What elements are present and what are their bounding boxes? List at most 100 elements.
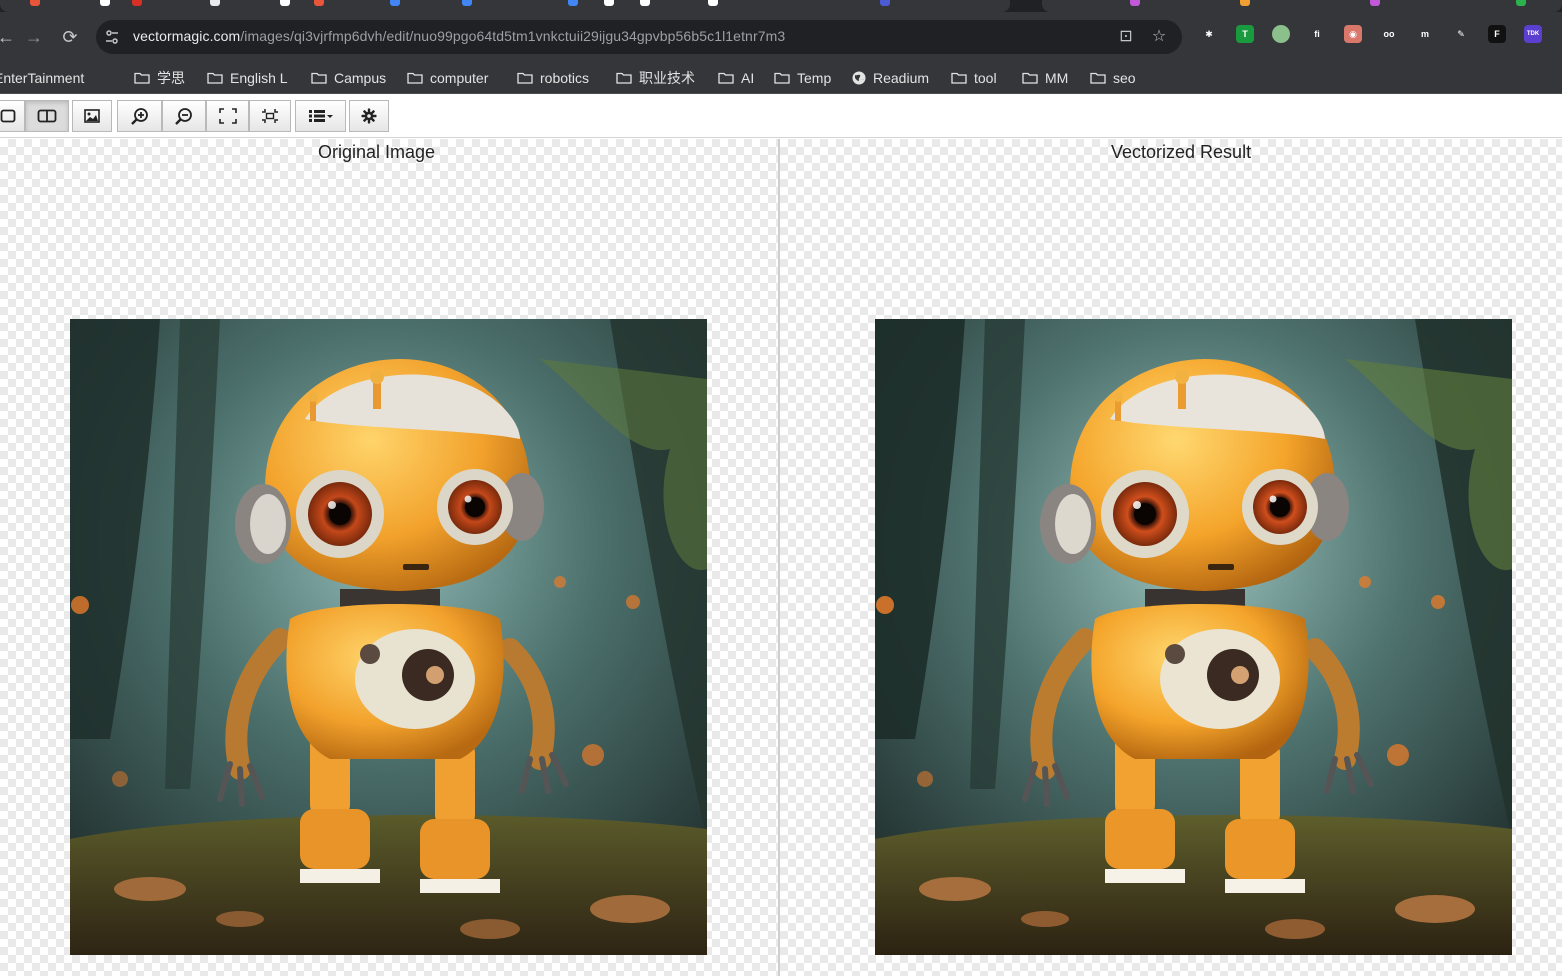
tab-favicon[interactable] [280, 0, 290, 6]
bookmark-item[interactable]: Readium [852, 66, 929, 90]
folder-icon [951, 72, 967, 84]
folder-icon [616, 72, 632, 84]
bookmark-star-icon[interactable]: ☆ [1149, 27, 1169, 47]
zoom-in-icon [130, 108, 148, 125]
url-host: vectormagic.com [133, 28, 241, 44]
bookmark-item[interactable]: Temp [774, 66, 831, 90]
address-bar[interactable]: vectormagic.com/images/qi3vjrfmp6dvh/edi… [96, 20, 1182, 54]
url-path: /images/qi3vjrfmp6dvh/edit/nuo99pgo64td5… [240, 28, 786, 44]
pen-extension-icon[interactable]: ✎ [1452, 25, 1470, 43]
zoom-in-button[interactable] [117, 100, 162, 132]
bookmark-item[interactable]: English L [207, 66, 288, 90]
reload-icon[interactable]: ⟳ [58, 25, 82, 49]
image-button[interactable] [72, 100, 112, 132]
f-extension-icon[interactable]: F [1488, 25, 1506, 43]
tab-favicon[interactable] [132, 0, 142, 6]
folder-icon [134, 72, 150, 84]
bookmark-label: Readium [873, 70, 930, 86]
robot-illustration-original [70, 319, 707, 955]
single-view-button[interactable] [0, 100, 25, 132]
tab-favicon[interactable] [640, 0, 650, 6]
url-text[interactable]: vectormagic.com/images/qi3vjrfmp6dvh/edi… [133, 28, 785, 44]
list-dropdown-button[interactable] [295, 100, 346, 132]
shield-t-extension-icon[interactable]: T [1236, 25, 1254, 43]
original-image[interactable] [70, 319, 707, 955]
bookmarks-bar: EnterTainment 学思 English L Campus computer ro… [0, 62, 1562, 94]
tab-favicon[interactable] [314, 0, 324, 6]
robot-illustration-vectorized [875, 319, 1512, 955]
bookmark-item[interactable]: tool [951, 66, 997, 90]
glasses-extension-icon[interactable]: ◉ [1344, 25, 1362, 43]
tab-favicon[interactable] [1240, 0, 1250, 6]
zoom-out-icon [175, 108, 192, 125]
actual-size-icon [262, 109, 278, 123]
folder-icon [311, 72, 327, 84]
tab-favicon[interactable] [604, 0, 614, 6]
oo-extension-icon[interactable]: oo [1380, 25, 1398, 43]
gear-icon [361, 108, 377, 124]
settings-button[interactable] [349, 100, 389, 132]
circle-extension-icon[interactable] [1272, 25, 1290, 43]
bookmark-label: AI [741, 70, 755, 86]
folder-icon [207, 72, 223, 84]
bookmark-label: EnterTainment [0, 70, 85, 86]
tab-favicon[interactable] [390, 0, 400, 6]
bookmark-label: computer [430, 70, 489, 86]
bookmark-item[interactable]: Campus [311, 66, 386, 90]
tab-favicon[interactable] [568, 0, 578, 6]
bookmark-label: tool [974, 70, 997, 86]
tab-favicon[interactable] [1370, 0, 1380, 6]
bookmark-item[interactable]: EnterTainment [0, 66, 84, 90]
bookmark-label: English L [230, 70, 288, 86]
install-app-icon[interactable]: ⊡ [1116, 27, 1136, 47]
reader-extension-icon[interactable]: m [1416, 25, 1434, 43]
tab-favicon[interactable] [100, 0, 110, 6]
site-settings-icon[interactable] [104, 29, 120, 45]
bookmark-label: robotics [540, 70, 590, 86]
viewer-toolbar [0, 95, 1562, 138]
tab-group-area[interactable] [0, 0, 1010, 12]
bookmark-label: MM [1045, 70, 1069, 86]
original-image-pane[interactable]: Original Image [0, 139, 778, 976]
tab-favicon[interactable] [708, 0, 718, 6]
bookmark-item[interactable]: MM [1022, 66, 1068, 90]
vectorized-result-pane[interactable]: Vectorized Result [780, 139, 1562, 976]
list-icon [308, 110, 333, 122]
fi-extension-icon[interactable]: fi [1308, 25, 1326, 43]
bookmark-item[interactable]: 学思 [134, 66, 185, 90]
forward-arrow-icon[interactable]: → [22, 25, 46, 49]
bookmark-label: 职业技术 [639, 70, 695, 86]
original-image-title: Original Image [318, 142, 436, 162]
tdk-extension-icon[interactable]: TDK [1524, 25, 1542, 43]
bookmark-item[interactable]: robotics [517, 66, 589, 90]
split-view-button[interactable] [25, 100, 69, 132]
tab-favicon[interactable] [880, 0, 890, 6]
globe-icon [852, 71, 866, 85]
zoom-out-button[interactable] [162, 100, 206, 132]
single-view-icon [0, 109, 15, 123]
bookmark-item[interactable]: 职业技术 [616, 66, 695, 90]
tab-favicon[interactable] [210, 0, 220, 6]
tab-group-area-right[interactable] [1042, 0, 1562, 12]
tab-favicon[interactable] [1130, 0, 1140, 6]
vectorized-image[interactable] [875, 319, 1512, 955]
fit-screen-icon [218, 108, 237, 124]
bookmark-label: seo [1113, 70, 1136, 86]
browser-toolbar: ← → ⟳ vectormagic.com/images/qi3vjrfmp6d… [0, 12, 1562, 62]
fit-screen-button[interactable] [206, 100, 249, 132]
split-view-icon [37, 109, 57, 123]
tab-favicon[interactable] [30, 0, 40, 6]
actual-size-button[interactable] [249, 100, 291, 132]
vectorized-result-title: Vectorized Result [1111, 142, 1252, 162]
bookmark-item[interactable]: seo [1090, 66, 1136, 90]
tab-favicon[interactable] [462, 0, 472, 6]
folder-icon [407, 72, 423, 84]
tab-favicon[interactable] [1516, 0, 1526, 6]
folder-icon [718, 72, 734, 84]
bookmark-label: Temp [797, 70, 832, 86]
bookmark-item[interactable]: AI [718, 66, 754, 90]
back-arrow-icon[interactable]: ← [0, 25, 18, 49]
folder-icon [774, 72, 790, 84]
asterisk-extension-icon[interactable]: ✱ [1200, 25, 1218, 43]
bookmark-item[interactable]: computer [407, 66, 488, 90]
